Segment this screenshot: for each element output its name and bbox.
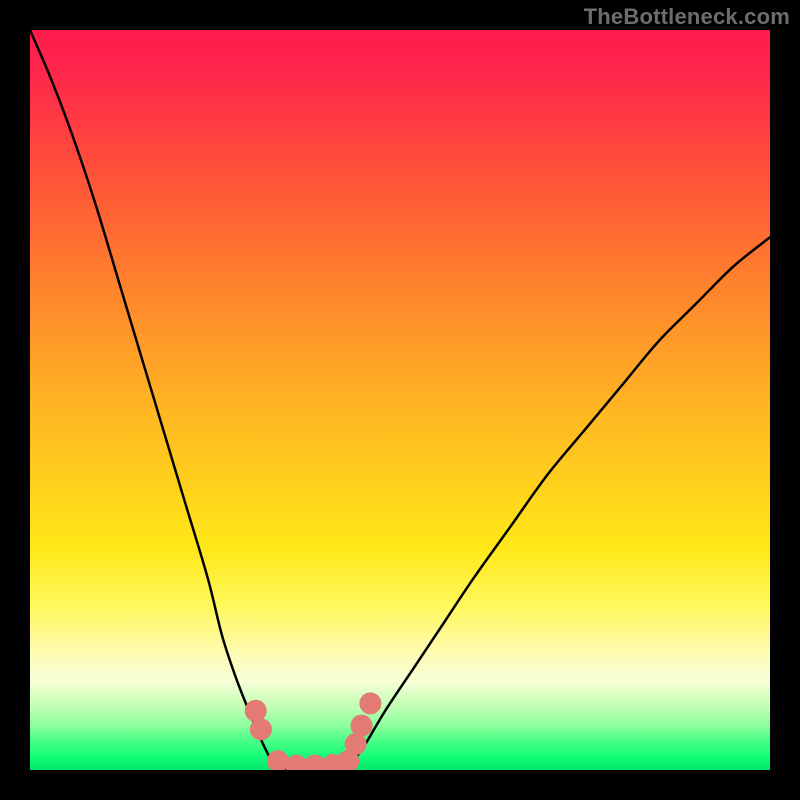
watermark-text: TheBottleneck.com: [584, 4, 790, 30]
highlight-dot: [304, 755, 326, 770]
highlight-dot: [351, 715, 373, 737]
bottleneck-curve: [30, 30, 770, 770]
highlight-dot: [359, 692, 381, 714]
curve-group: [30, 30, 770, 770]
highlight-dot: [245, 700, 267, 722]
chart-svg: [30, 30, 770, 770]
highlight-dot: [285, 755, 307, 770]
chart-frame: TheBottleneck.com: [0, 0, 800, 800]
marker-group: [245, 692, 382, 770]
highlight-dot: [250, 718, 272, 740]
plot-area: [30, 30, 770, 770]
